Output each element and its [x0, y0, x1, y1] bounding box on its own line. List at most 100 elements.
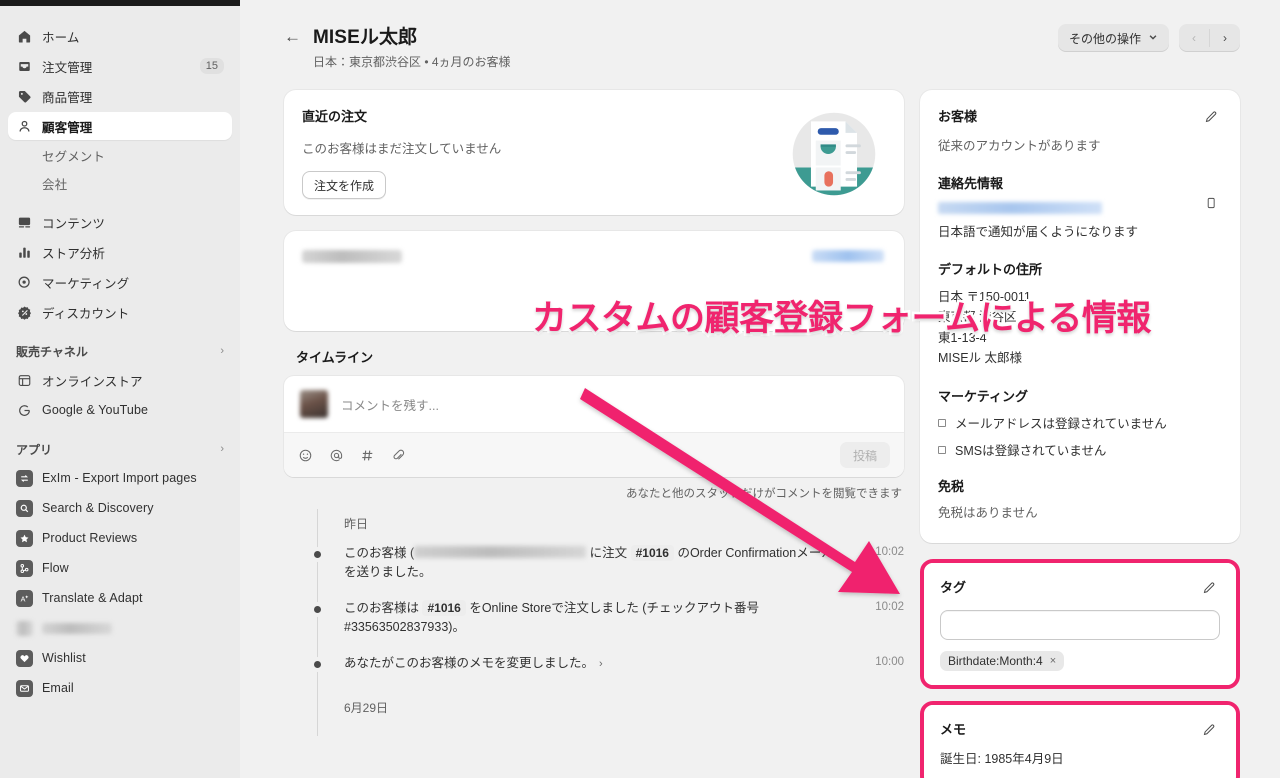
comment-composer-card: コメントを残す... 投稿: [284, 376, 904, 477]
unchecked-box-icon: [938, 418, 946, 427]
content-columns: 直近の注文 このお客様はまだ注文していません 注文を作成 タイムライン コメント…: [240, 70, 1280, 778]
timeline-event-time: 10:00: [875, 655, 904, 668]
sidebar-item-content[interactable]: コンテンツ: [8, 208, 232, 236]
discount-icon: [16, 304, 33, 321]
online-store-icon: [16, 372, 33, 389]
marketing-icon: [16, 274, 33, 291]
timeline-event-time: 10:02: [875, 600, 904, 613]
sidebar-item-blurred-app[interactable]: [8, 614, 232, 642]
blurred-app-label: [42, 622, 112, 634]
marketing-item-label: メールアドレスは登録されていません: [955, 417, 1167, 431]
sidebar-item-online-store[interactable]: オンラインストア: [8, 366, 232, 394]
account-status-text: 従来のアカウントがあります: [938, 139, 1101, 153]
tax-exemption-text: 免税はありません: [938, 506, 1038, 520]
edit-memo-icon[interactable]: [1198, 719, 1220, 741]
sidebar-item-label: Email: [42, 681, 74, 695]
copy-icon[interactable]: [1200, 192, 1222, 214]
memo-card: メモ 誕生日: 1985年4月9日: [924, 704, 1236, 778]
comment-input[interactable]: コメントを残す...: [341, 395, 439, 414]
next-customer-button[interactable]: ›: [1210, 24, 1240, 52]
tag-chip[interactable]: Birthdate:Month:4 ×: [940, 650, 1065, 671]
sidebar-item-products[interactable]: 商品管理: [8, 82, 232, 110]
sidebar-item-marketing[interactable]: マーケティング: [8, 268, 232, 296]
sidebar-item-label: Product Reviews: [42, 531, 138, 545]
avatar: [300, 390, 328, 418]
previous-customer-button[interactable]: ‹: [1179, 24, 1209, 52]
timeline-event-time: 10:02: [875, 546, 904, 558]
sidebar-item-companies[interactable]: 会社: [8, 170, 232, 196]
sidebar-item-product-reviews[interactable]: Product Reviews: [8, 524, 232, 552]
back-button[interactable]: ←: [284, 28, 301, 45]
event-text-before: あなたがこのお客様のメモを変更しました。: [344, 655, 595, 670]
mention-icon[interactable]: [329, 448, 344, 463]
edit-tags-icon[interactable]: [1198, 577, 1220, 599]
sidebar-item-segments[interactable]: セグメント: [8, 142, 232, 168]
sidebar-item-label: コンテンツ: [42, 216, 106, 231]
tag-chip-label: Birthdate:Month:4: [948, 653, 1043, 668]
event-text-before: このお客様は: [344, 600, 423, 615]
customer-card-title: お客様: [938, 109, 978, 124]
heart-app-icon: [16, 649, 33, 667]
right-column: お客様 従来のアカウントがあります 連絡先情報 日本語で通知が届くようになります…: [920, 90, 1240, 778]
hashtag-icon[interactable]: [360, 448, 375, 463]
timeline-list: 昨日 このお客様 ( に注文 #1016 のOrder Confirmation…: [284, 509, 904, 736]
chevron-down-icon: [1148, 31, 1158, 45]
order-code-chip[interactable]: #1016: [422, 599, 466, 616]
emoji-icon[interactable]: [298, 448, 313, 463]
marketing-item: メールアドレスは登録されていません: [938, 413, 1222, 432]
sidebar-item-discounts[interactable]: ディスカウント: [8, 298, 232, 326]
sidebar-item-label: ディスカウント: [42, 306, 130, 321]
address-lines: 日本 〒150-0011 東京都 渋谷区 東1-13-4 MISEル 太郎様: [938, 287, 1222, 370]
tax-exemption-title: 免税: [938, 479, 965, 494]
attachment-icon[interactable]: [391, 448, 406, 463]
address-line: 日本 〒150-0011: [938, 289, 1031, 304]
flow-app-icon: [16, 559, 33, 577]
sidebar-item-translate-adapt[interactable]: A Translate & Adapt: [8, 584, 232, 612]
email-app-icon: [16, 679, 33, 697]
blurred-card-link[interactable]: [812, 250, 884, 262]
translate-app-icon: A: [16, 589, 33, 607]
empty-orders-illustration: [786, 106, 882, 207]
sidebar-item-exim[interactable]: ExIm - Export Import pages: [8, 464, 232, 492]
customer-card-header: お客様: [938, 106, 1222, 128]
sidebar-item-wishlist[interactable]: Wishlist: [8, 644, 232, 672]
blurred-email: [414, 546, 587, 558]
sidebar-item-search-discovery[interactable]: Search & Discovery: [8, 494, 232, 522]
sidebar-item-google-youtube[interactable]: Google & YouTube: [8, 396, 232, 424]
sidebar-item-label: 注文管理: [42, 60, 93, 75]
marketing-section: マーケティング メールアドレスは登録されていません SMSは登録されていません: [938, 386, 1222, 459]
comment-privacy-note: あなたと他のスタッフだけがコメントを閲覧できます: [626, 488, 902, 500]
expand-chevron-icon[interactable]: ›: [599, 658, 603, 670]
marketing-title: マーケティング: [938, 389, 1028, 404]
event-text-mid: に注文: [586, 546, 631, 560]
chevron-right-icon: ›: [220, 443, 224, 455]
sidebar-item-analytics[interactable]: ストア分析: [8, 238, 232, 266]
sales-channels-section[interactable]: 販売チャネル ›: [8, 338, 232, 364]
main-content: ← MISEル太郎 日本：東京都渋谷区 • 4ヵ月のお客様 その他の操作 ‹ ›: [240, 0, 1280, 778]
blurred-app-icon: [16, 620, 33, 636]
memo-card-title: メモ: [940, 721, 967, 737]
comment-composer-row: コメントを残す...: [284, 376, 904, 432]
sidebar-item-flow[interactable]: Flow: [8, 554, 232, 582]
apps-section[interactable]: アプリ ›: [8, 436, 232, 462]
post-comment-button[interactable]: 投稿: [839, 442, 890, 468]
blurred-email-value: [938, 201, 1102, 214]
contact-info-section: 連絡先情報 日本語で通知が届くようになります: [938, 173, 1222, 242]
tags-input[interactable]: [940, 609, 1220, 640]
create-order-button[interactable]: 注文を作成: [302, 171, 387, 199]
orders-icon: [16, 58, 33, 75]
edit-customer-icon[interactable]: [1200, 106, 1222, 128]
sidebar-item-orders[interactable]: 注文管理 15: [8, 52, 232, 80]
sidebar-item-customers[interactable]: 顧客管理: [8, 112, 232, 140]
sidebar: ホーム 注文管理 15 商品管理 顧客管理 セグメント 会社 コンテンツ ストア…: [0, 0, 240, 778]
sidebar-item-home[interactable]: ホーム: [8, 22, 232, 50]
content-icon: [16, 214, 33, 231]
timeline-event-text: このお客様 ( に注文 #1016 のOrder Confirmationメール…: [344, 544, 834, 583]
event-text-before: このお客様 (: [344, 546, 415, 560]
remove-tag-icon[interactable]: ×: [1050, 655, 1056, 667]
more-actions-button[interactable]: その他の操作: [1057, 24, 1169, 52]
order-code-chip[interactable]: #1016: [630, 545, 674, 561]
sidebar-item-email[interactable]: Email: [8, 674, 232, 702]
analytics-icon: [16, 244, 33, 261]
timeline-event-text: あなたがこのお客様のメモを変更しました。 ›: [344, 654, 834, 673]
